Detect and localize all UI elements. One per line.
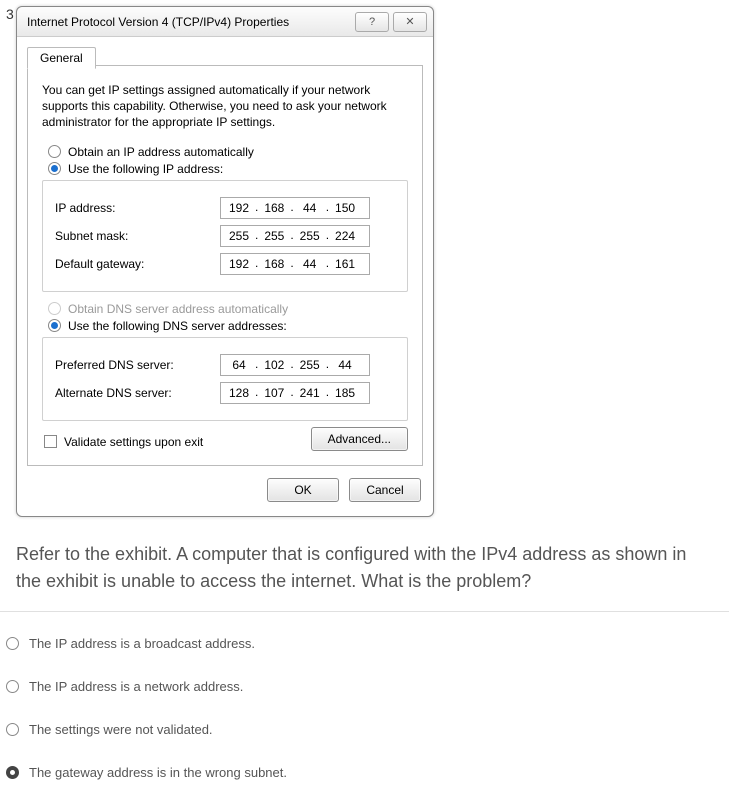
answer-text: The IP address is a network address. <box>29 679 243 694</box>
dns-manual-label: Use the following DNS server addresses: <box>68 319 287 333</box>
subnet-mask-label: Subnet mask: <box>55 229 220 243</box>
validate-label: Validate settings upon exit <box>64 435 203 449</box>
ip-auto-label: Obtain an IP address automatically <box>68 145 254 159</box>
ip-octet[interactable]: 255 <box>260 229 288 243</box>
answer-list: The IP address is a broadcast address. T… <box>0 611 729 794</box>
ip-manual-option[interactable]: Use the following IP address: <box>48 162 408 176</box>
dns-settings-group: Preferred DNS server: 64. 102. 255. 44 A… <box>42 337 408 421</box>
ip-octet[interactable]: 161 <box>331 257 359 271</box>
help-button[interactable]: ? <box>355 12 389 32</box>
ip-octet[interactable]: 168 <box>260 201 288 215</box>
answer-option[interactable]: The IP address is a broadcast address. <box>0 622 729 665</box>
tab-general[interactable]: General <box>27 47 96 69</box>
ip-settings-group: IP address: 192. 168. 44. 150 Subnet mas… <box>42 180 408 292</box>
default-gateway-label: Default gateway: <box>55 257 220 271</box>
answer-option[interactable]: The settings were not validated. <box>0 708 729 751</box>
ip-address-label: IP address: <box>55 201 220 215</box>
dns-auto-option: Obtain DNS server address automatically <box>48 302 408 316</box>
help-icon: ? <box>369 16 375 28</box>
cancel-button[interactable]: Cancel <box>349 478 421 502</box>
ip-octet[interactable]: 44 <box>296 201 324 215</box>
alternate-dns-label: Alternate DNS server: <box>55 386 220 400</box>
close-icon: ✕ <box>405 15 414 28</box>
ip-octet[interactable]: 107 <box>260 386 288 400</box>
subnet-mask-input[interactable]: 255. 255. 255. 224 <box>220 225 370 247</box>
ip-octet[interactable]: 44 <box>296 257 324 271</box>
question-text: Refer to the exhibit. A computer that is… <box>16 541 713 595</box>
ip-octet[interactable]: 128 <box>225 386 253 400</box>
checkbox-icon <box>44 435 57 448</box>
ip-octet[interactable]: 192 <box>225 257 253 271</box>
dns-manual-option[interactable]: Use the following DNS server addresses: <box>48 319 408 333</box>
question-number: 3 <box>6 6 14 22</box>
ok-button[interactable]: OK <box>267 478 339 502</box>
ip-octet[interactable]: 241 <box>296 386 324 400</box>
radio-icon <box>48 319 61 332</box>
radio-icon <box>48 302 61 315</box>
ip-octet[interactable]: 44 <box>331 358 359 372</box>
advanced-button[interactable]: Advanced... <box>311 427 408 451</box>
ip-address-input[interactable]: 192. 168. 44. 150 <box>220 197 370 219</box>
general-tab-panel: General You can get IP settings assigned… <box>27 65 423 466</box>
radio-icon <box>48 162 61 175</box>
radio-icon <box>6 723 19 736</box>
ip-octet[interactable]: 185 <box>331 386 359 400</box>
dns-auto-label: Obtain DNS server address automatically <box>68 302 288 316</box>
ip-octet[interactable]: 192 <box>225 201 253 215</box>
intro-text: You can get IP settings assigned automat… <box>42 82 408 131</box>
close-button[interactable]: ✕ <box>393 12 427 32</box>
radio-icon <box>6 766 19 779</box>
ip-octet[interactable]: 168 <box>260 257 288 271</box>
answer-option[interactable]: The gateway address is in the wrong subn… <box>0 751 729 794</box>
ip-octet[interactable]: 102 <box>260 358 288 372</box>
ip-octet[interactable]: 64 <box>225 358 253 372</box>
radio-icon <box>6 637 19 650</box>
answer-text: The gateway address is in the wrong subn… <box>29 765 287 780</box>
default-gateway-input[interactable]: 192. 168. 44. 161 <box>220 253 370 275</box>
preferred-dns-label: Preferred DNS server: <box>55 358 220 372</box>
titlebar: Internet Protocol Version 4 (TCP/IPv4) P… <box>17 7 433 37</box>
ip-octet[interactable]: 255 <box>225 229 253 243</box>
ip-octet[interactable]: 255 <box>296 358 324 372</box>
window-title: Internet Protocol Version 4 (TCP/IPv4) P… <box>27 15 351 29</box>
ip-octet[interactable]: 255 <box>296 229 324 243</box>
ip-octet[interactable]: 224 <box>331 229 359 243</box>
answer-text: The settings were not validated. <box>29 722 213 737</box>
answer-option[interactable]: The IP address is a network address. <box>0 665 729 708</box>
ipv4-properties-dialog: Internet Protocol Version 4 (TCP/IPv4) P… <box>16 6 434 517</box>
alternate-dns-input[interactable]: 128. 107. 241. 185 <box>220 382 370 404</box>
ip-auto-option[interactable]: Obtain an IP address automatically <box>48 145 408 159</box>
ip-octet[interactable]: 150 <box>331 201 359 215</box>
ip-manual-label: Use the following IP address: <box>68 162 223 176</box>
preferred-dns-input[interactable]: 64. 102. 255. 44 <box>220 354 370 376</box>
radio-icon <box>48 145 61 158</box>
radio-icon <box>6 680 19 693</box>
answer-text: The IP address is a broadcast address. <box>29 636 255 651</box>
